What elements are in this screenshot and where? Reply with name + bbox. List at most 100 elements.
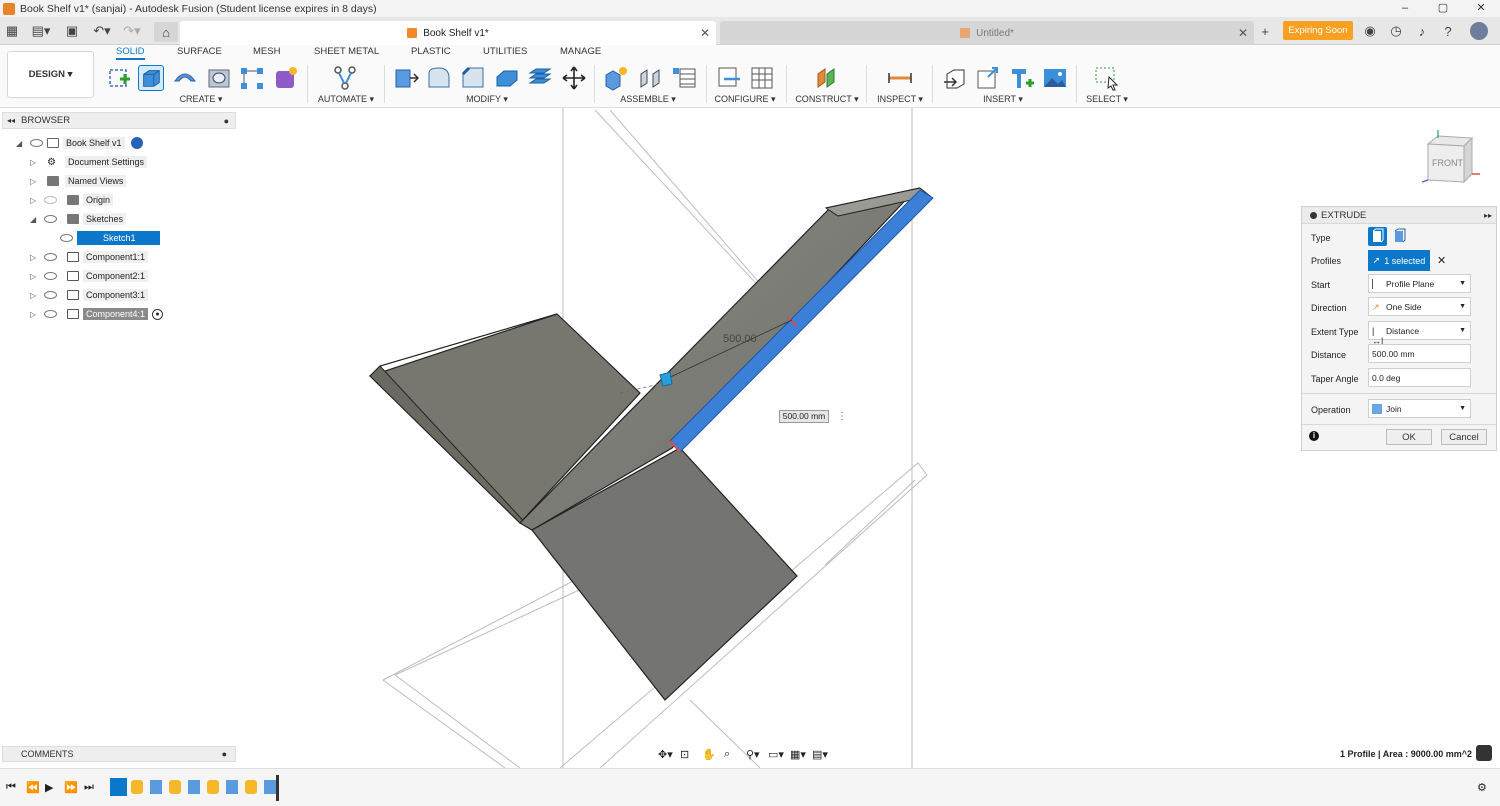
taper-angle-input[interactable]: 0.0 deg <box>1368 368 1471 387</box>
extrude-type-solid-icon[interactable] <box>1368 227 1387 246</box>
timeline-play-icon[interactable]: ▶ <box>45 781 53 794</box>
create-menu[interactable]: CREATE ▾ <box>170 94 232 105</box>
close-window-button[interactable]: ✕ <box>1462 0 1500 17</box>
joint-icon[interactable] <box>637 65 663 91</box>
profiles-selection-button[interactable]: ➚ 1 selected <box>1368 250 1430 271</box>
visibility-eye-icon[interactable] <box>44 215 57 223</box>
timeline-component-item[interactable] <box>169 780 181 794</box>
timeline-component-item[interactable] <box>131 780 143 794</box>
configure-menu[interactable]: CONFIGURE ▾ <box>714 94 776 105</box>
measure-icon[interactable] <box>887 65 913 91</box>
tree-item-component1[interactable]: ▷ Component1:1 <box>30 249 149 265</box>
timeline-extrude-item[interactable] <box>188 780 200 794</box>
visibility-eye-icon[interactable] <box>60 234 73 242</box>
cancel-button[interactable]: Cancel <box>1441 429 1487 445</box>
configure-icon[interactable] <box>716 65 742 91</box>
close-tab-icon[interactable]: ✕ <box>700 26 710 40</box>
viewcube[interactable]: FRONT <box>1420 130 1484 190</box>
file-menu-icon[interactable]: ▤▾ <box>30 22 52 40</box>
zoom-icon[interactable]: ⌕ <box>724 748 740 761</box>
new-component-icon[interactable] <box>603 65 629 91</box>
comments-panel[interactable]: COMMENTS ● <box>2 746 236 762</box>
tab-utilities[interactable]: UTILITIES <box>483 46 527 57</box>
pattern-icon[interactable] <box>239 65 265 91</box>
combine-icon[interactable] <box>527 65 553 91</box>
timeline-sketch-item[interactable] <box>110 778 127 796</box>
shell-icon[interactable] <box>494 65 520 91</box>
timeline-last-icon[interactable]: ⏭ <box>84 781 94 794</box>
tree-item-origin[interactable]: ▷ Origin <box>30 192 114 208</box>
operation-select[interactable]: Join ▼ <box>1368 399 1471 418</box>
tab-mesh[interactable]: MESH <box>253 46 280 57</box>
configuration-table-icon[interactable] <box>749 65 775 91</box>
tree-item-component4[interactable]: ▷ Component4:1 ● <box>30 306 164 322</box>
undo-icon[interactable]: ↶▾ <box>90 22 114 40</box>
collapse-triangle-icon[interactable]: ◢ <box>30 215 39 224</box>
model-canvas[interactable]: 500.00 <box>0 108 1500 768</box>
pan-hand-icon[interactable]: ✋ <box>702 748 718 761</box>
expiring-soon-badge[interactable]: Expiring Soon <box>1283 21 1353 40</box>
user-avatar[interactable] <box>1470 22 1488 40</box>
create-sketch-icon[interactable] <box>106 65 132 91</box>
canvas-image-icon[interactable] <box>1042 65 1068 91</box>
tab-plastic[interactable]: PLASTIC <box>411 46 451 57</box>
expand-triangle-icon[interactable]: ▷ <box>30 177 39 186</box>
extent-type-select[interactable]: |↔| Distance ▼ <box>1368 321 1471 346</box>
redo-icon[interactable]: ↷▾ <box>120 22 144 40</box>
expand-triangle-icon[interactable]: ▷ <box>30 196 39 205</box>
browser-header[interactable]: ◂◂ BROWSER ● <box>2 112 236 129</box>
home-icon[interactable]: ⌂ <box>154 22 178 42</box>
insert-menu[interactable]: INSERT ▾ <box>972 94 1034 105</box>
direction-select[interactable]: ↗ One Side ▼ <box>1368 297 1471 316</box>
insert-derive-icon[interactable] <box>942 65 968 91</box>
distance-input[interactable]: 500.00 mm <box>1368 344 1471 363</box>
info-icon[interactable]: i <box>1309 431 1319 441</box>
bom-table-icon[interactable] <box>671 65 697 91</box>
tree-item-named-views[interactable]: ▷ Named Views <box>30 173 127 189</box>
hole-icon[interactable] <box>206 65 232 91</box>
fillet-icon[interactable] <box>426 65 452 91</box>
automate-icon[interactable] <box>332 65 358 91</box>
construct-menu[interactable]: CONSTRUCT ▾ <box>795 94 859 105</box>
press-pull-icon[interactable] <box>393 65 419 91</box>
browser-pin-icon[interactable]: ● <box>224 116 229 126</box>
expand-triangle-icon[interactable]: ▷ <box>30 158 39 167</box>
ok-button[interactable]: OK <box>1386 429 1432 445</box>
timeline-extrude-item[interactable] <box>150 780 162 794</box>
activate-component-icon[interactable]: ● <box>152 308 164 320</box>
visibility-eye-icon[interactable] <box>44 291 57 299</box>
visibility-eye-icon[interactable] <box>44 196 57 204</box>
clear-selection-icon[interactable]: ✕ <box>1437 254 1446 267</box>
history-clock-icon[interactable]: ◷ <box>1388 22 1404 40</box>
form-icon[interactable] <box>273 65 299 91</box>
notification-bell-icon[interactable]: ♪ <box>1414 22 1430 40</box>
modify-menu[interactable]: MODIFY ▾ <box>456 94 518 105</box>
tab-surface[interactable]: SURFACE <box>177 46 222 57</box>
expand-dialog-icon[interactable]: ▸▸ <box>1484 211 1492 220</box>
extrude-icon[interactable] <box>138 65 164 91</box>
status-toggle-icon[interactable] <box>1476 745 1492 761</box>
visibility-eye-icon[interactable] <box>44 310 57 318</box>
collapse-browser-icon[interactable]: ◂◂ <box>7 116 15 125</box>
collapse-dialog-icon[interactable] <box>1310 211 1317 219</box>
apps-grid-icon[interactable]: ▦ <box>4 22 20 40</box>
timeline-component-item[interactable] <box>207 780 219 794</box>
display-settings-icon[interactable]: ▭▾ <box>768 748 784 761</box>
look-at-icon[interactable]: ⊡ <box>680 748 696 761</box>
insert-mesh-icon[interactable] <box>975 65 1001 91</box>
viewports-icon[interactable]: ▤▾ <box>812 748 828 761</box>
timeline-prev-icon[interactable]: ⏪ <box>26 781 40 794</box>
select-menu[interactable]: SELECT ▾ <box>1076 94 1138 105</box>
distance-dimension-field[interactable]: 500.00 mm <box>779 409 829 423</box>
visibility-eye-icon[interactable] <box>44 253 57 261</box>
new-tab-icon[interactable]: + <box>1257 22 1273 40</box>
help-icon[interactable]: ? <box>1440 22 1456 40</box>
tree-item-root[interactable]: ◢ Book Shelf v1 <box>16 135 143 151</box>
window-select-icon[interactable] <box>1094 65 1120 91</box>
timeline-settings-gear-icon[interactable]: ⚙ <box>1477 781 1487 794</box>
tab-solid[interactable]: SOLID <box>116 46 145 60</box>
tree-item-sketch1[interactable]: Sketch1 <box>44 230 160 246</box>
tab-untitled[interactable]: Untitled* ✕ <box>720 21 1254 45</box>
tab-sheet-metal[interactable]: SHEET METAL <box>314 46 379 57</box>
tree-item-component3[interactable]: ▷ Component3:1 <box>30 287 149 303</box>
